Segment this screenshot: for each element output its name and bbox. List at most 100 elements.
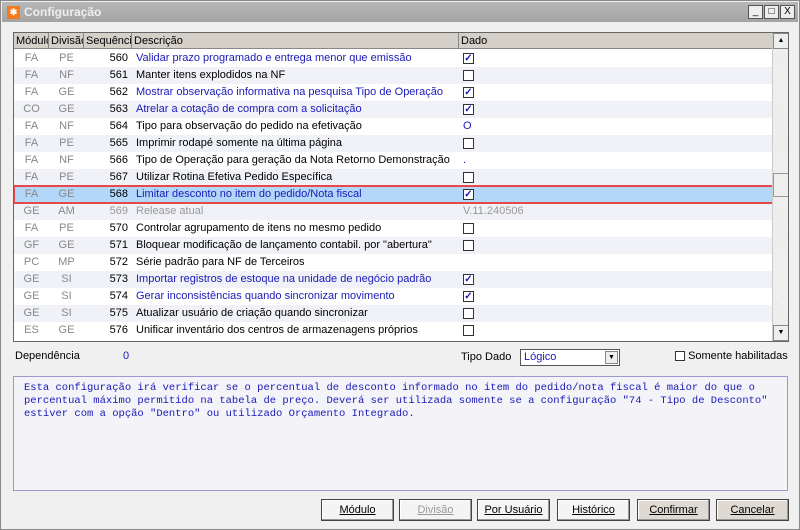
dado-cell: ✓ [459,50,773,67]
checkbox-icon[interactable] [463,137,474,149]
tipo-dado-value: Lógico [524,351,557,363]
divisao-cell: PE [59,52,74,64]
chevron-down-icon[interactable]: ▼ [605,351,618,364]
modulo-cell: FA [24,154,39,166]
modulo-cell: PC [23,256,40,268]
scroll-thumb[interactable] [773,173,788,197]
sequencia-cell: 560 [109,52,128,64]
divisao-cell: SI [61,273,72,285]
somente-habilitadas-checkbox[interactable]: Somente habilitadas [675,350,788,362]
table-row[interactable]: FA GE 568 Limitar desconto no item do pedid… [14,185,774,204]
scroll-up-arrow-icon[interactable]: ▲ [773,33,788,49]
sequencia-cell: 561 [109,69,128,81]
table-row[interactable]: FA NF 564 Tipo para observação do pedido na… [14,118,773,135]
descricao-cell: Atualizar usuário de criação quando sinc… [136,307,368,319]
historico-button[interactable]: Histórico [557,499,630,521]
por-usuario-button[interactable]: Por Usuário [477,499,550,521]
checkbox-checked-icon[interactable]: ✓ [463,188,474,200]
minimize-button[interactable]: _ [748,5,763,19]
checkbox-checked-icon[interactable]: ✓ [463,273,474,285]
descricao-cell: Tipo de Operação para geração da Nota Re… [136,154,450,166]
checkbox-icon[interactable] [463,222,474,234]
table-row[interactable]: FA PE 560 Validar prazo programado e entreg… [14,50,773,67]
dado-cell [459,169,773,186]
divisao-cell: SI [61,290,72,302]
table-row[interactable]: FA PE 565 Imprimir rodapé somente na última… [14,135,773,152]
checkbox-checked-icon[interactable]: ✓ [463,86,474,98]
description-text: Esta configuração irá verificar se o per… [13,376,788,491]
dado-cell [459,220,773,237]
dado-cell [459,237,773,254]
table-row[interactable]: FA GE 562 Mostrar observação informativa na… [14,84,773,101]
column-header-dado[interactable]: Dado [459,33,773,48]
vertical-scrollbar[interactable]: ▲ ▼ [772,33,788,341]
grid-rows: FA PE 560 Validar prazo programado e entreg… [14,50,774,339]
table-row[interactable]: CO GE 563 Atrelar a cotação de compra com a… [14,101,773,118]
checkbox-icon[interactable] [463,307,474,319]
confirmar-button[interactable]: Confirmar [637,499,710,521]
sequencia-cell: 573 [109,273,128,285]
dado-cell: ✓ [459,271,773,288]
descricao-cell: Imprimir rodapé somente na última página [136,137,343,149]
modulo-cell: FA [24,52,39,64]
divisao-cell: PE [59,137,74,149]
checkbox-icon[interactable] [463,324,474,336]
sequencia-cell: 570 [109,222,128,234]
maximize-button[interactable]: □ [764,5,779,19]
checkbox-checked-icon[interactable]: ✓ [463,290,474,302]
divisao-cell: AM [58,205,75,217]
close-button[interactable]: X [780,5,795,19]
table-row[interactable]: GE SI 574 Gerar inconsistências quando sinc… [14,288,773,305]
descricao-cell: Bloquear modificação de lançamento conta… [136,239,432,251]
table-row[interactable]: FA PE 570 Controlar agrupamento de itens no… [14,220,773,237]
descricao-cell: Série padrão para NF de Terceiros [136,256,305,268]
column-header-modulo[interactable]: Módulo [14,33,49,48]
table-row[interactable]: GE SI 573 Importar registros de estoque na … [14,271,773,288]
descricao-cell: Atrelar a cotação de compra com a solici… [136,103,362,115]
sequencia-cell: 566 [109,154,128,166]
table-row[interactable]: FA NF 561 Manter itens explodidos na NF [14,67,773,84]
table-row[interactable]: GF GE 571 Bloquear modificação de lançament… [14,237,773,254]
tipo-dado-label: Tipo Dado [461,351,512,363]
modulo-cell: FA [24,69,39,81]
checkbox-checked-icon[interactable]: ✓ [463,52,474,64]
cancelar-button[interactable]: Cancelar [716,499,789,521]
column-header-descricao[interactable]: Descrição [132,33,459,48]
modulo-button[interactable]: Módulo [321,499,394,521]
table-row[interactable]: ES GE 576 Unificar inventário dos centros d… [14,322,773,339]
sequencia-cell: 575 [109,307,128,319]
table-row[interactable]: FA PE 567 Utilizar Rotina Efetiva Pedido Es… [14,169,773,186]
descricao-cell: Manter itens explodidos na NF [136,69,286,81]
table-row[interactable]: GE AM 569 Release atual V.11.240506 [14,203,773,220]
dado-cell [459,254,773,271]
table-row[interactable]: GE SI 575 Atualizar usuário de criação quan… [14,305,773,322]
descricao-cell: Mostrar observação informativa na pesqui… [136,86,443,98]
sequencia-cell: 569 [109,205,128,217]
modulo-cell: GE [23,205,40,217]
checkbox-icon[interactable] [675,351,685,362]
table-row[interactable]: FA NF 566 Tipo de Operação para geração da … [14,152,773,169]
dado-cell: V.11.240506 [463,205,524,217]
column-header-divisao[interactable]: Divisão [49,33,84,48]
sequencia-cell: 574 [109,290,128,302]
modulo-cell: FA [24,86,39,98]
table-row[interactable]: PC MP 572 Série padrão para NF de Terceiros [14,254,773,271]
descricao-cell: Utilizar Rotina Efetiva Pedido Específic… [136,171,333,183]
divisao-button[interactable]: Divisão [399,499,472,521]
scroll-down-arrow-icon[interactable]: ▼ [773,325,788,341]
column-header-sequencia[interactable]: Sequência [84,33,132,48]
sequencia-cell: 576 [109,324,128,336]
divisao-cell: GE [58,324,75,336]
dado-cell: ✓ [459,186,773,203]
checkbox-icon[interactable] [463,239,474,251]
divisao-cell: PE [59,222,74,234]
checkbox-checked-icon[interactable]: ✓ [463,103,474,115]
sequencia-cell: 564 [109,120,128,132]
checkbox-icon[interactable] [463,69,474,81]
dado-cell [459,67,773,84]
sequencia-cell: 571 [109,239,128,251]
checkbox-icon[interactable] [463,171,474,183]
modulo-cell: FA [24,188,39,200]
dado-cell: ✓ [459,84,773,101]
tipo-dado-select[interactable]: Lógico ▼ [520,349,620,366]
